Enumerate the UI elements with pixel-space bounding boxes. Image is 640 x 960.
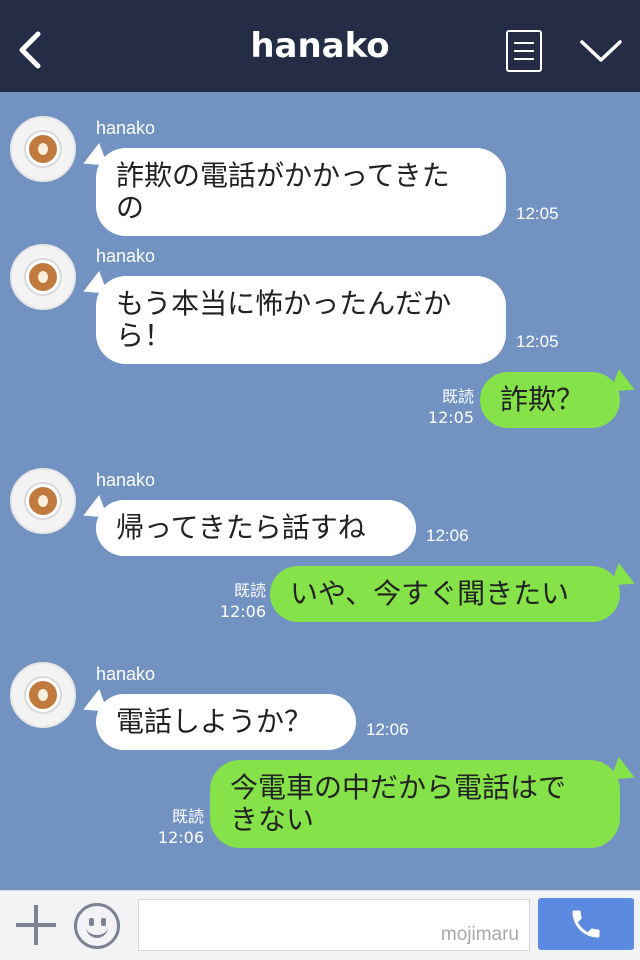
message-meta: 既読 12:06 (212, 580, 266, 622)
message-text-line: の (116, 191, 145, 224)
message-list[interactable]: hanako 詐欺の電話がかかってきた の 12:05 hanako もう本当に… (0, 92, 640, 890)
plus-icon[interactable] (16, 905, 56, 945)
message-text-line: 電話しようか？ (116, 705, 313, 738)
sender-name: hanako (96, 470, 156, 490)
message-bubble-incoming[interactable]: 電話しようか？ (96, 694, 356, 750)
message-text-line: いや、今すぐ聞きたい (290, 577, 570, 610)
sender-name: hanako (96, 246, 156, 266)
message-time: 12:06 (366, 720, 409, 739)
avatar[interactable] (10, 468, 76, 534)
message-time: 12:06 (157, 828, 204, 847)
avatar[interactable] (10, 244, 76, 310)
message-time: 12:05 (516, 204, 559, 223)
read-receipt: 既読 (441, 387, 474, 406)
chat-title: hanako (250, 26, 390, 66)
message-meta: 既読 12:05 (420, 386, 474, 428)
chevron-down-icon[interactable] (578, 36, 624, 66)
message-text-line: 詐欺？ (500, 383, 585, 416)
list-icon[interactable] (506, 30, 542, 72)
message-meta: 既読 12:06 (150, 806, 204, 848)
message-text-line: きない (230, 803, 315, 836)
message-time: 12:06 (426, 526, 469, 545)
message-bubble-incoming[interactable]: 帰ってきたら話すね (96, 500, 416, 556)
avatar[interactable] (10, 116, 76, 182)
message-text-line: 帰ってきたら話すね (116, 511, 366, 544)
input-bar: mojimaru (0, 890, 640, 960)
watermark: mojimaru (440, 924, 519, 945)
message-text-line: 詐欺の電話がかかってきた (116, 159, 450, 192)
message-text-line: もう本当に怖かったんだか (116, 287, 452, 320)
smiley-icon[interactable] (74, 903, 120, 949)
sender-name: hanako (96, 664, 156, 684)
message-time: 12:05 (516, 332, 559, 351)
message-bubble-outgoing[interactable]: いや、今すぐ聞きたい (270, 566, 620, 622)
message-bubble-outgoing[interactable]: 詐欺？ (480, 372, 620, 428)
message-bubble-incoming[interactable]: 詐欺の電話がかかってきた の (96, 148, 506, 236)
message-time: 12:06 (219, 602, 266, 621)
message-time: 12:05 (427, 408, 474, 427)
message-bubble-incoming[interactable]: もう本当に怖かったんだか ら！ (96, 276, 506, 364)
message-bubble-outgoing[interactable]: 今電車の中だから電話はで きない (210, 760, 620, 848)
phone-icon (572, 910, 600, 938)
read-receipt: 既読 (233, 581, 266, 600)
message-text-line: ら！ (116, 319, 173, 352)
message-input[interactable]: mojimaru (138, 899, 530, 951)
sender-name: hanako (96, 118, 156, 138)
avatar[interactable] (10, 662, 76, 728)
read-receipt: 既読 (171, 807, 204, 826)
message-text-line: 今電車の中だから電話はで (230, 771, 567, 804)
chat-header: hanako (0, 0, 640, 92)
call-button[interactable] (538, 898, 634, 950)
